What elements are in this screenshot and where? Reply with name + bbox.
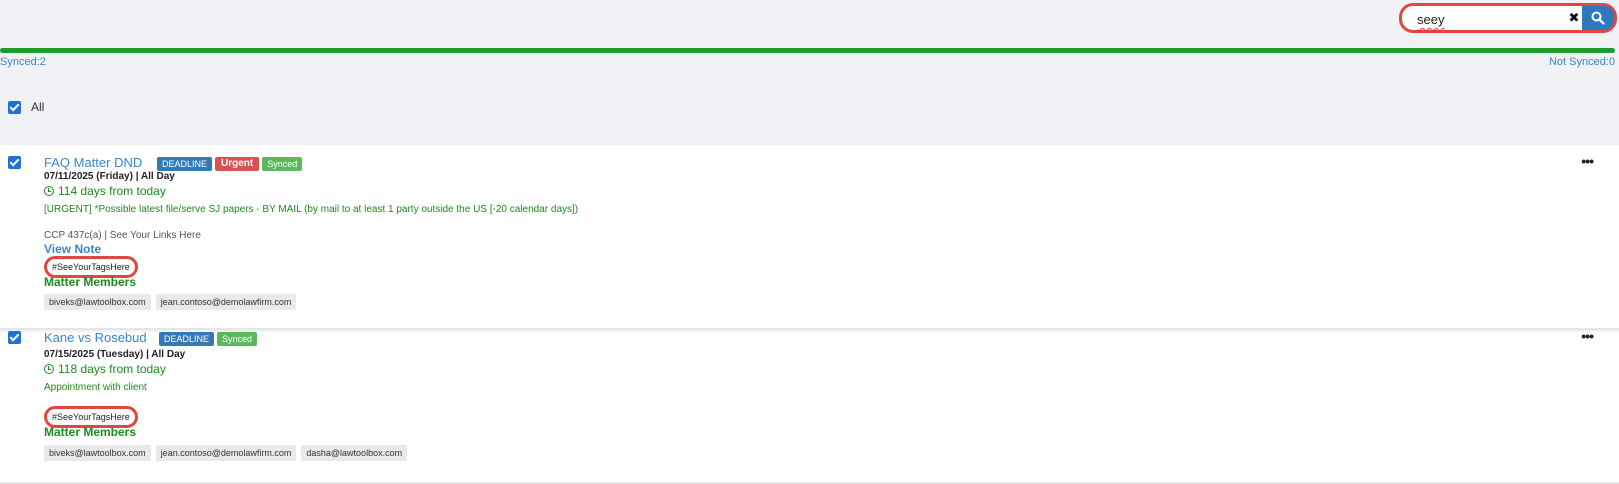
member-chip: jean.contoso@demolawfirm.com [155,294,297,310]
clock-icon [44,364,54,374]
search-input[interactable]: seey [1417,12,1444,27]
select-all-row: All [8,100,44,114]
event-date: 07/11/2025 (Friday) | All Day [44,171,175,182]
urgent-badge: Urgent [215,157,260,171]
members-heading: Matter Members [44,275,137,289]
days-from-today: 114 days from today [44,184,166,198]
clock-icon [44,186,54,196]
not-synced-count: Not Synced:0 [1548,56,1615,68]
sync-progress-bar [0,48,1615,53]
event-title[interactable]: Kane vs Rosebud [44,330,147,345]
rule-code: CCP 437c(a) | See Your Links Here [44,230,201,241]
close-icon[interactable]: ✖ [1566,10,1582,26]
more-icon[interactable]: ••• [1581,328,1594,344]
event-title[interactable]: FAQ Matter DND [44,155,142,170]
search-icon [1591,11,1605,25]
badge-group: DEADLINE Synced [159,332,258,346]
member-chip: biveks@lawtoolbox.com [44,294,151,310]
days-text: 118 days from today [58,362,166,376]
event-card: FAQ Matter DND DEADLINE Urgent Synced ••… [0,145,1619,330]
synced-count: Synced:2 [0,56,46,68]
event-description: Appointment with client [44,382,147,393]
view-note-link[interactable]: View Note [44,242,101,256]
event-description: [URGENT] *Possible latest file/serve SJ … [44,204,579,215]
days-text: 114 days from today [58,184,166,198]
select-all-label: All [31,100,45,114]
members-list: biveks@lawtoolbox.com jean.contoso@demol… [44,445,408,461]
event-card: Kane vs Rosebud DEADLINE Synced ••• 07/1… [0,328,1619,484]
badge-group: DEADLINE Urgent Synced [157,157,303,171]
members-heading: Matter Members [44,425,137,439]
member-chip: jean.contoso@demolawfirm.com [155,445,297,461]
deadline-badge: DEADLINE [157,157,213,171]
synced-badge: Synced [217,332,258,346]
event-checkbox[interactable] [8,331,21,344]
synced-badge: Synced [262,157,303,171]
deadline-badge: DEADLINE [159,332,215,346]
member-chip: biveks@lawtoolbox.com [44,445,151,461]
member-chip: dasha@lawtoolbox.com [301,445,408,461]
search-box[interactable]: seey ✖ [1399,3,1617,33]
event-date: 07/15/2025 (Tuesday) | All Day [44,349,186,360]
members-list: biveks@lawtoolbox.com jean.contoso@demol… [44,294,297,310]
select-all-checkbox[interactable] [8,100,21,114]
search-button[interactable] [1582,6,1614,30]
days-from-today: 118 days from today [44,362,166,376]
more-icon[interactable]: ••• [1581,153,1594,169]
event-checkbox[interactable] [8,156,21,169]
